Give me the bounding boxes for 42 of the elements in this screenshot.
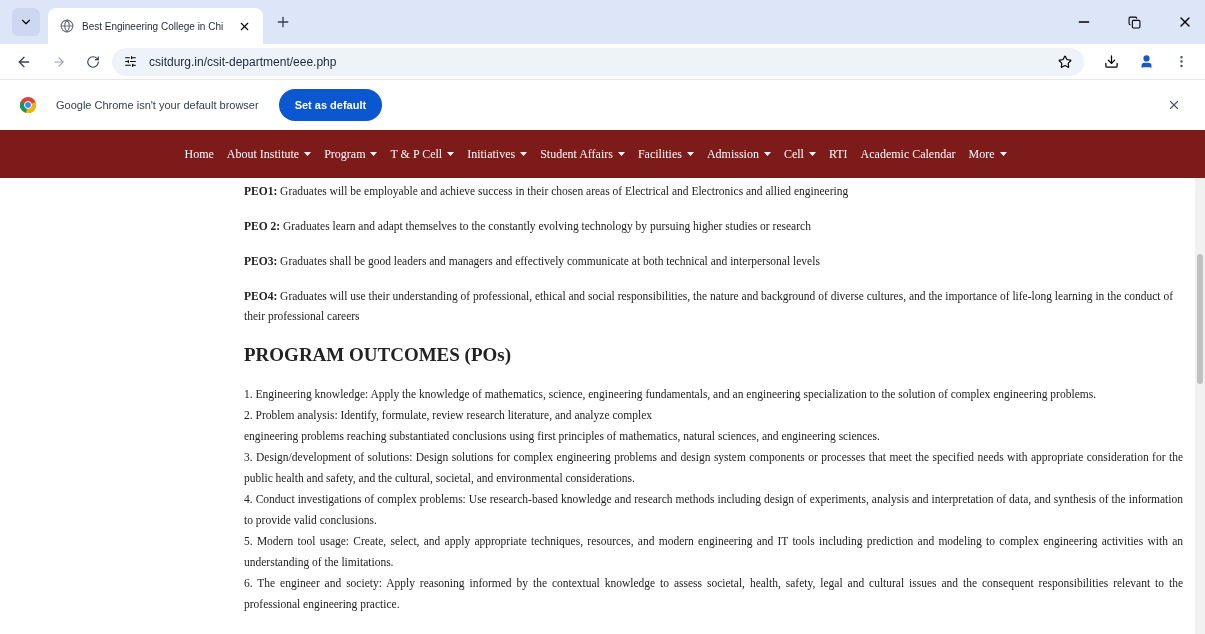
nav-link[interactable]: Admission <box>706 145 771 163</box>
outcome-text: 5. Modern tool usage: Create, select, and apply appropriate techniques, resources, and modern engineering and IT tools including prediction and modeling to complex engineering activities with an understanding of the limitations. <box>244 533 1183 571</box>
nav-link[interactable]: About Institute <box>226 145 312 163</box>
reload-icon[interactable] <box>86 54 100 69</box>
scrollbar-thumb[interactable] <box>1197 254 1203 384</box>
outcome-text: 4. Conduct investigations of complex problems: Use research-based knowledge and research methods including design of experiments, analysis and interpretation of data, and synthesis of the information to provide valid conclusions. <box>244 491 1183 529</box>
tab-title: Best Engineering College in Chi <box>82 19 225 34</box>
peo-paragraph: PEO 2: Graduates learn and adapt themselves to the constantly evolving technology by pursuing higher studies or research <box>244 219 812 235</box>
bookmark-star-icon[interactable] <box>1058 54 1072 69</box>
nav-link[interactable]: Facilities <box>637 145 694 163</box>
download-icon[interactable] <box>1104 54 1119 69</box>
nav-link[interactable]: More <box>968 145 1007 163</box>
outcome-text: 6. The engineer and society: Apply reasoning informed by the contextual knowledge to assess societal, health, safety, legal and cultural issues and the consequent responsibilities relevant to the professional engineering practice. <box>244 575 1183 613</box>
infobar-message: Google Chrome isn't your default browser <box>56 97 259 113</box>
close-icon[interactable] <box>1167 98 1181 112</box>
nav-link[interactable]: RTI <box>828 145 848 163</box>
peo-paragraph: PEO1: Graduates will be employable and achieve success in their chosen areas of Electrical and Electronics and allied engineering <box>244 184 850 200</box>
outcome-text: engineering problems reaching substantiated conclusions using first principles of mathematics, natural sciences, and engineering sciences. <box>244 428 881 445</box>
nav-link[interactable]: Home <box>184 145 214 163</box>
new-tab-icon[interactable] <box>275 14 291 30</box>
site-settings-icon[interactable] <box>124 55 137 68</box>
scrollbar[interactable] <box>1195 178 1205 634</box>
chrome-logo-icon <box>20 97 36 113</box>
outcome-text: 3. Design/development of solutions: Design solutions for complex engineering problems and design system components or processes that meet the specified needs with appropriate consideration for the public health and safety, and the cultural, societal, and environmental considerations. <box>244 449 1183 487</box>
nav-link[interactable]: Initiatives <box>467 145 528 163</box>
profile-icon[interactable] <box>1139 54 1154 69</box>
restore-icon[interactable] <box>1128 15 1141 29</box>
nav-link[interactable]: Academic Calendar <box>860 145 956 163</box>
outcome-text: 1. Engineering knowledge: Apply the knowledge of mathematics, science, engineering fundamentals, and an engineering specialization to the solution of complex engineering problems. <box>244 386 1098 403</box>
nav-link[interactable]: Student Affairs <box>540 145 625 163</box>
peo-paragraph: PEO4: Graduates will use their understanding of professional, ethical and social responsibilities, the nature and background of diverse cultures, and the importance of life-long learning in the conduct of their professional careers <box>244 289 1174 325</box>
globe-icon <box>60 19 74 33</box>
section-heading: PROGRAM OUTCOMES (POs) <box>244 343 513 367</box>
browser-tab[interactable]: Best Engineering College in Chi <box>48 8 263 44</box>
nav-link[interactable]: Cell <box>783 145 816 163</box>
nav-link[interactable]: T & P Cell <box>390 145 455 163</box>
peo-paragraph: PEO3: Graduates shall be good leaders and managers and effectively communicate at both technical and interpersonal levels <box>244 254 821 270</box>
address-bar[interactable]: csitdurg.in/csit-department/eee.php <box>112 47 1084 76</box>
nav-link[interactable]: Program <box>324 145 378 163</box>
outcome-text: 2. Problem analysis: Identify, formulate, review research literature, and analyze complex <box>244 407 653 424</box>
set-default-button[interactable]: Set as default <box>278 89 383 121</box>
url-text: csitdurg.in/csit-department/eee.php <box>149 53 337 71</box>
